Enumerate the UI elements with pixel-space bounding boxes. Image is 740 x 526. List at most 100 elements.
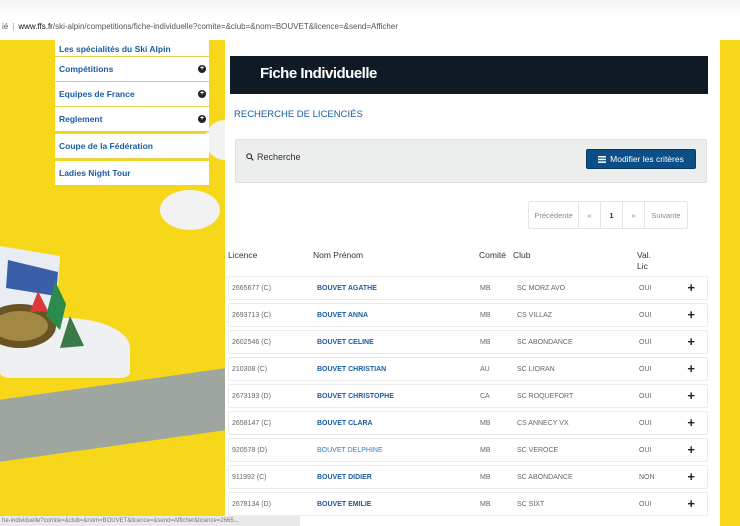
cell-club: SC ABONDANCE xyxy=(517,474,573,481)
expand-plus-icon[interactable]: + xyxy=(198,90,206,98)
right-background-strip xyxy=(720,40,740,526)
cell-club: SC ABONDANCE xyxy=(517,339,573,346)
sidebar-item-label: Coupe de la Fédération xyxy=(59,141,153,151)
cell-name[interactable]: BOUVET ANNA xyxy=(317,312,368,319)
header-val: Val. xyxy=(637,250,652,260)
list-icon xyxy=(598,155,607,163)
cell-val: NON xyxy=(639,474,655,481)
pagination: Précédente « 1 » Suivante xyxy=(528,201,688,229)
cell-val: OUI xyxy=(639,393,652,400)
url-text[interactable]: ié | www.ffs.fr/ski-alpin/competitions/fic… xyxy=(2,22,398,31)
cell-comite: MB xyxy=(480,312,491,319)
add-plus-icon[interactable]: + xyxy=(687,416,695,429)
table-row: 2658147 (C) BOUVET CLARA MB CS ANNECY VX OUI… xyxy=(228,411,708,435)
cell-name[interactable]: BOUVET CELINE xyxy=(317,339,374,346)
add-plus-icon[interactable]: + xyxy=(687,497,695,510)
pagination-last[interactable]: » xyxy=(623,202,645,228)
cell-name[interactable]: BOUVET CHRISTIAN xyxy=(317,366,386,373)
cell-club: SC VEROCE xyxy=(517,447,559,454)
table-row: 920578 (D) BOUVET DELPHINE MB SC VEROCE OUI + xyxy=(228,438,708,462)
add-plus-icon[interactable]: + xyxy=(687,281,695,294)
cell-val: OUI xyxy=(639,339,652,346)
cell-val: OUI xyxy=(639,447,652,454)
table-row: 210308 (C) BOUVET CHRISTIAN AU SC LIORAN OUI… xyxy=(228,357,708,381)
cell-licence: 920578 (D) xyxy=(232,447,268,454)
cell-club: SC ROQUEFORT xyxy=(517,393,574,400)
table-row: 2693713 (C) BOUVET ANNA MB CS VILLAZ OUI + xyxy=(228,303,708,327)
table-row: 911992 (C) BOUVET DIDIER MB SC ABONDANCE NON… xyxy=(228,465,708,489)
sidebar-item-label: Les spécialités du Ski Alpin xyxy=(59,44,171,54)
cell-club: CS VILLAZ xyxy=(517,312,553,319)
search-icon xyxy=(246,153,254,161)
header-lic: Lic xyxy=(637,261,648,271)
cell-name[interactable]: BOUVET CLARA xyxy=(317,420,373,427)
sidebar-item-equipes[interactable]: Equipes de France + xyxy=(55,82,209,107)
pagination-first[interactable]: « xyxy=(579,202,601,228)
pagination-previous[interactable]: Précédente xyxy=(529,202,579,228)
browser-tab-strip xyxy=(0,0,740,16)
cell-comite: CA xyxy=(480,393,490,400)
add-plus-icon[interactable]: + xyxy=(687,362,695,375)
cell-comite: MB xyxy=(480,501,491,508)
table-header: Licence Nom Prénom Comité Club Val. Lic xyxy=(225,246,720,276)
header-licence: Licence xyxy=(228,250,258,260)
add-plus-icon[interactable]: + xyxy=(687,389,695,402)
add-plus-icon[interactable]: + xyxy=(687,308,695,321)
browser-status-bar: he-individuelle?comite=&club=&nom=BOUVET… xyxy=(0,516,300,526)
sidebar-item-label: Reglement xyxy=(59,114,103,124)
cell-licence: 2693713 (C) xyxy=(232,312,271,319)
cell-licence: 210308 (C) xyxy=(232,366,268,373)
sidebar-item-coupe[interactable]: Coupe de la Fédération xyxy=(55,134,209,159)
page-title: Fiche Individuelle xyxy=(260,65,377,82)
add-plus-icon[interactable]: + xyxy=(687,443,695,456)
cell-licence: 2665677 (C) xyxy=(232,285,271,292)
cell-comite: AU xyxy=(480,366,490,373)
cell-club: CS ANNECY VX xyxy=(517,420,569,427)
table-row: 2678134 (D) BOUVET EMILIE MB SC SIXT OUI + xyxy=(228,492,708,516)
header-name: Nom Prénom xyxy=(313,250,364,260)
search-label: Recherche xyxy=(257,152,301,162)
decorative-band xyxy=(0,368,225,462)
cell-club: SC SIXT xyxy=(517,501,545,508)
browser-url-bar[interactable]: ié | www.ffs.fr/ski-alpin/competitions/fic… xyxy=(0,0,740,40)
add-plus-icon[interactable]: + xyxy=(687,470,695,483)
cell-comite: MB xyxy=(480,420,491,427)
sidebar-item-reglement[interactable]: Reglement + xyxy=(55,107,209,132)
cell-name[interactable]: BOUVET DELPHINE xyxy=(317,447,383,454)
cell-licence: 911992 (C) xyxy=(232,474,267,481)
sidebar-item-label: Equipes de France xyxy=(59,89,135,99)
search-panel: Recherche Modifier les critères xyxy=(235,139,707,183)
add-plus-icon[interactable]: + xyxy=(687,335,695,348)
cell-val: OUI xyxy=(639,285,652,292)
search-toggle[interactable]: Recherche xyxy=(246,152,301,162)
sidebar-item-label: Ladies Night Tour xyxy=(59,168,131,178)
header-club: Club xyxy=(513,250,531,260)
pagination-next[interactable]: Suivante xyxy=(645,202,687,228)
expand-plus-icon[interactable]: + xyxy=(198,115,206,123)
medal-illustration xyxy=(0,246,84,348)
url-path: /ski-alpin/competitions/fiche-individuel… xyxy=(52,22,398,31)
url-host: www.ffs.fr xyxy=(18,22,53,31)
sidebar-item-specialites[interactable]: Les spécialités du Ski Alpin xyxy=(55,40,209,57)
sidebar-item-ladies-night[interactable]: Ladies Night Tour xyxy=(55,161,209,186)
cell-val: OUI xyxy=(639,312,652,319)
cell-name[interactable]: BOUVET CHRISTOPHE xyxy=(317,393,394,400)
sidebar-item-competitions[interactable]: Compétitions + xyxy=(55,57,209,82)
cell-licence: 2678134 (D) xyxy=(232,501,271,508)
table-row: 2602546 (C) BOUVET CELINE MB SC ABONDANCE OU… xyxy=(228,330,708,354)
decorative-cloud xyxy=(160,190,220,230)
expand-plus-icon[interactable]: + xyxy=(198,65,206,73)
cell-comite: MB xyxy=(480,339,491,346)
results-list: 2665677 (C) BOUVET AGATHE MB SC MORZ AVO OUI… xyxy=(228,276,708,519)
table-row: 2665677 (C) BOUVET AGATHE MB SC MORZ AVO OUI… xyxy=(228,276,708,300)
modify-criteria-button[interactable]: Modifier les critères xyxy=(586,149,696,169)
cell-name[interactable]: BOUVET AGATHE xyxy=(317,285,377,292)
cell-val: OUI xyxy=(639,501,652,508)
header-comite: Comité xyxy=(479,250,506,260)
cell-name[interactable]: BOUVET EMILIE xyxy=(317,501,371,508)
cell-name[interactable]: BOUVET DIDIER xyxy=(317,474,372,481)
sidebar: Les spécialités du Ski Alpin Compétition… xyxy=(55,40,209,186)
table-row: 2673193 (D) BOUVET CHRISTOPHE CA SC ROQUEFO… xyxy=(228,384,708,408)
cell-licence: 2658147 (C) xyxy=(232,420,271,427)
pagination-page-1[interactable]: 1 xyxy=(601,202,623,228)
